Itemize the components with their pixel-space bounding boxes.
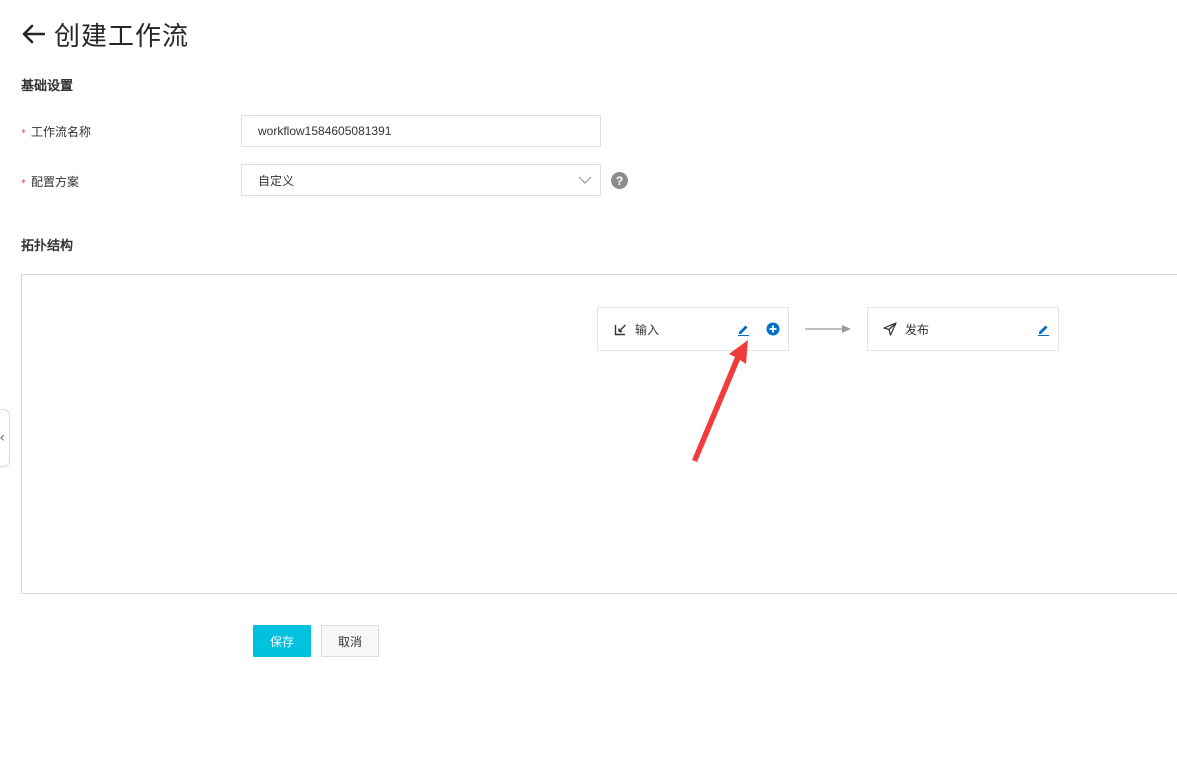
publish-send-icon	[883, 322, 897, 336]
topology-title: 拓扑结构	[21, 239, 74, 254]
workflow-name-input[interactable]	[241, 115, 601, 147]
edit-pencil-icon[interactable]	[1036, 322, 1050, 336]
publish-node[interactable]: 发布	[867, 307, 1059, 351]
page-header: 创建工作流	[20, 16, 189, 52]
workflow-name-label-text: 工作流名称	[31, 125, 92, 139]
back-arrow-icon[interactable]	[20, 22, 46, 46]
required-mark: *	[21, 128, 26, 139]
chevron-down-icon	[578, 173, 592, 190]
required-mark: *	[21, 178, 26, 189]
connector-arrow-icon	[805, 325, 851, 333]
publish-node-label: 发布	[905, 322, 930, 337]
config-scheme-value: 自定义	[258, 173, 295, 188]
chevron-left-icon: ‹	[0, 430, 5, 446]
help-icon[interactable]: ?	[611, 172, 628, 189]
config-scheme-select[interactable]: 自定义	[241, 164, 601, 196]
workflow-name-label: * 工作流名称	[21, 123, 91, 140]
page-title: 创建工作流	[54, 21, 190, 52]
edit-pencil-icon[interactable]	[736, 322, 750, 336]
basic-settings-title: 基础设置	[21, 79, 74, 94]
input-node[interactable]: 输入	[597, 307, 789, 351]
collapse-panel-tab[interactable]: ‹	[0, 409, 10, 467]
save-button[interactable]: 保存	[253, 625, 311, 657]
input-edit-icon	[613, 322, 627, 336]
config-scheme-label: * 配置方案	[21, 173, 79, 190]
config-scheme-label-text: 配置方案	[31, 175, 80, 189]
cancel-button[interactable]: 取消	[321, 625, 379, 657]
add-circle-icon[interactable]	[766, 322, 780, 336]
input-node-label: 输入	[635, 322, 660, 337]
